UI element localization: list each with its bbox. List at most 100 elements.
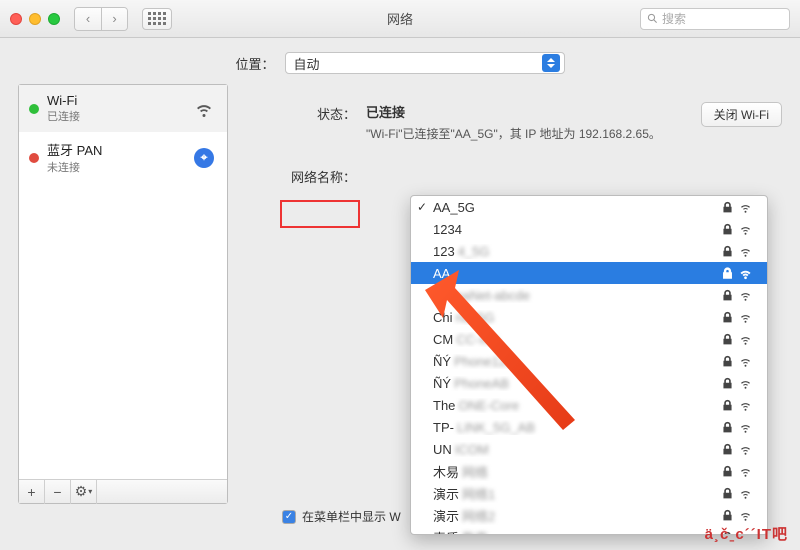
network-name: China_5G	[433, 310, 721, 325]
show-in-menubar-checkbox[interactable]: ✓ 在菜单栏中显示 W	[282, 508, 401, 525]
remove-service-button[interactable]: −	[45, 480, 71, 504]
status-dot-icon	[29, 153, 39, 163]
signal-icon	[739, 509, 757, 522]
network-name: AA_5G	[433, 200, 721, 215]
location-label: 位置：	[235, 54, 274, 73]
signal-icon	[739, 421, 757, 434]
lock-icon	[721, 267, 735, 280]
signal-icon	[739, 333, 757, 346]
network-option[interactable]: ✓ AA_5G	[411, 196, 767, 218]
lock-icon	[721, 443, 735, 456]
search-icon	[647, 13, 658, 24]
network-name: ÑÝPhoneAB	[433, 376, 721, 391]
check-icon: ✓	[417, 200, 427, 214]
window-controls	[10, 13, 60, 25]
lock-icon	[721, 355, 735, 368]
service-item-蓝牙-pan[interactable]: 蓝牙 PAN未连接 ⌖	[19, 132, 227, 183]
network-option[interactable]: UNICOM	[411, 438, 767, 460]
lock-icon	[721, 201, 735, 214]
network-name: 演示网络1	[433, 484, 721, 503]
network-option[interactable]: ÑÝPhone123	[411, 350, 767, 372]
add-service-button[interactable]: +	[19, 480, 45, 504]
lock-icon	[721, 399, 735, 412]
search-placeholder: 搜索	[662, 10, 686, 27]
turn-off-wifi-button[interactable]: 关闭 Wi-Fi	[701, 102, 782, 127]
network-name: 木易网络	[433, 462, 721, 481]
service-status: 未连接	[47, 159, 183, 175]
lock-icon	[721, 311, 735, 324]
lock-icon	[721, 333, 735, 346]
signal-icon	[739, 399, 757, 412]
signal-icon	[739, 289, 757, 302]
signal-icon	[739, 377, 757, 390]
lock-icon	[721, 421, 735, 434]
signal-icon	[739, 201, 757, 214]
signal-icon	[739, 267, 757, 280]
network-option[interactable]: ChinaNet-abcde	[411, 284, 767, 306]
network-option[interactable]: TheONE-Core	[411, 394, 767, 416]
network-name: AA	[433, 266, 721, 281]
network-name: 素质教育	[433, 528, 721, 536]
signal-icon	[739, 311, 757, 324]
forward-button[interactable]: ›	[101, 8, 127, 30]
watermark: ä¸čˍc´´IT吧	[705, 523, 788, 544]
lock-icon	[721, 465, 735, 478]
service-item-wi-fi[interactable]: Wi-Fi已连接	[19, 85, 227, 132]
network-name-label: 网络名称：	[246, 165, 366, 186]
minimize-icon[interactable]	[29, 13, 41, 25]
signal-icon	[739, 355, 757, 368]
nav-buttons: ‹ ›	[74, 7, 128, 31]
status-value: 已连接	[366, 102, 691, 121]
search-input[interactable]: 搜索	[640, 8, 790, 30]
network-option[interactable]: TP-LINK_5G_AB	[411, 416, 767, 438]
services-sidebar: Wi-Fi已连接蓝牙 PAN未连接 ⌖ + − ⚙▾	[18, 84, 228, 504]
lock-icon	[721, 377, 735, 390]
lock-icon	[721, 245, 735, 258]
menubar-label: 在菜单栏中显示 W	[302, 508, 401, 525]
network-name: ÑÝPhone123	[433, 354, 721, 369]
signal-icon	[739, 487, 757, 500]
network-name: TheONE-Core	[433, 398, 721, 413]
location-value: 自动	[294, 54, 320, 73]
network-dropdown[interactable]: ✓ AA_5G 12341234_5G AA ChinaNet-abcde China_5…	[410, 195, 768, 535]
network-name: ChinaNet-abcde	[433, 288, 721, 303]
status-dot-icon	[29, 104, 39, 114]
service-name: 蓝牙 PAN	[47, 140, 183, 159]
titlebar: ‹ › 网络 搜索	[0, 0, 800, 38]
signal-icon	[739, 465, 757, 478]
network-name: TP-LINK_5G_AB	[433, 420, 721, 435]
lock-icon	[721, 289, 735, 302]
show-all-button[interactable]	[142, 8, 172, 30]
network-option[interactable]: AA	[411, 262, 767, 284]
network-name: CMCC-xxx	[433, 332, 721, 347]
network-option[interactable]: CMCC-xxx	[411, 328, 767, 350]
location-row: 位置： 自动	[0, 38, 800, 84]
bluetooth-icon: ⌖	[194, 148, 214, 168]
network-name: 演示网络2	[433, 506, 721, 525]
signal-icon	[739, 443, 757, 456]
network-option[interactable]: 演示网络1	[411, 482, 767, 504]
action-menu-button[interactable]: ⚙▾	[71, 480, 97, 504]
network-option[interactable]: China_5G	[411, 306, 767, 328]
lock-icon	[721, 487, 735, 500]
network-name: UNICOM	[433, 442, 721, 457]
checkbox-icon: ✓	[282, 510, 296, 524]
network-option[interactable]: ÑÝPhoneAB	[411, 372, 767, 394]
back-button[interactable]: ‹	[75, 8, 101, 30]
signal-icon	[739, 223, 757, 236]
window-title: 网络	[387, 9, 413, 28]
lock-icon	[721, 223, 735, 236]
wifi-icon	[194, 99, 214, 119]
close-icon[interactable]	[10, 13, 22, 25]
lock-icon	[721, 509, 735, 522]
location-select[interactable]: 自动	[285, 52, 565, 74]
service-status: 已连接	[47, 108, 183, 124]
service-name: Wi-Fi	[47, 93, 183, 108]
signal-icon	[739, 245, 757, 258]
zoom-icon[interactable]	[48, 13, 60, 25]
network-option[interactable]: 1234_5G	[411, 240, 767, 262]
status-label: 状态：	[246, 102, 366, 143]
network-option[interactable]: 木易网络	[411, 460, 767, 482]
network-option[interactable]: 1234	[411, 218, 767, 240]
grid-icon	[148, 12, 166, 25]
